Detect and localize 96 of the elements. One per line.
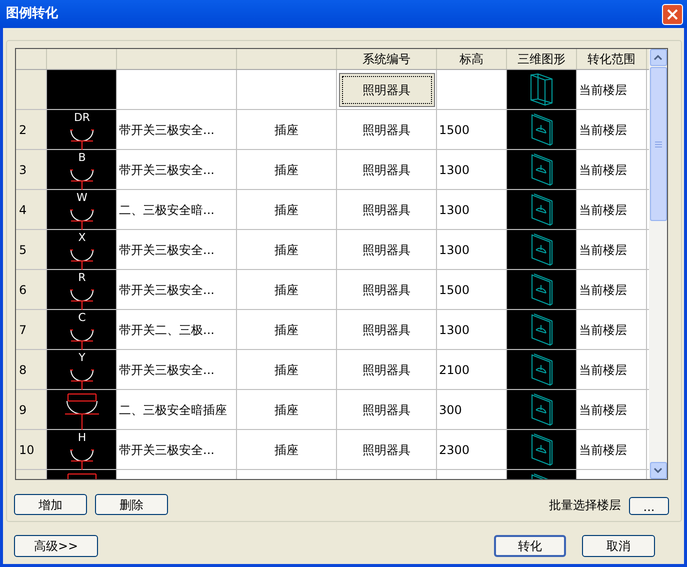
scrollbar[interactable] bbox=[649, 49, 667, 479]
socket-symbol-drawing: W bbox=[62, 190, 102, 230]
system-dropdown-button[interactable]: 照明器具 bbox=[338, 72, 434, 106]
close-icon bbox=[667, 8, 678, 20]
add-button[interactable]: 增加 bbox=[14, 494, 87, 515]
scroll-up-button[interactable] bbox=[650, 49, 666, 66]
elevation-cell-text: 1300 bbox=[439, 162, 470, 178]
socket-plate-drawing bbox=[530, 392, 554, 426]
row-header[interactable]: 4 bbox=[16, 190, 47, 229]
row-header[interactable]: 6 bbox=[16, 270, 47, 309]
socket-symbol-drawing: C bbox=[62, 310, 102, 350]
elevation-cell-text: 1300 bbox=[439, 322, 470, 338]
socket-symbol-drawing: B bbox=[62, 150, 102, 190]
row-header[interactable]: 10 bbox=[16, 430, 47, 469]
socket-symbol-drawing: R bbox=[62, 270, 102, 310]
socket-plate-drawing bbox=[530, 192, 554, 226]
type-cell-text: 插座 bbox=[274, 442, 298, 458]
socket-symbol-drawing: H bbox=[62, 430, 102, 470]
elevation-cell-text: 1300 bbox=[439, 202, 470, 218]
elevation-cell-text: 300 bbox=[439, 402, 462, 418]
socket-plate-drawing bbox=[530, 272, 554, 306]
row-header[interactable]: 9 bbox=[16, 390, 47, 429]
socket-plate-drawing bbox=[530, 312, 554, 346]
range-cell-text: 当前楼层 bbox=[579, 82, 627, 98]
batch-select-button[interactable]: ... bbox=[629, 497, 669, 515]
range-cell-text: 当前楼层 bbox=[579, 442, 627, 458]
range-cell-text: 当前楼层 bbox=[579, 402, 627, 418]
column-header[interactable]: 转化范围 bbox=[577, 49, 647, 69]
range-cell-text: 当前楼层 bbox=[579, 202, 627, 218]
socket-plate-drawing bbox=[530, 152, 554, 186]
type-cell-text: 插座 bbox=[274, 242, 298, 258]
type-cell-text: 插座 bbox=[274, 402, 298, 418]
name-cell-text: 带开关三极安全... bbox=[119, 442, 214, 458]
elevation-cell-text: 1500 bbox=[439, 122, 470, 138]
range-cell-text: 当前楼层 bbox=[579, 282, 627, 298]
name-cell-text: 带开关三极安全... bbox=[119, 282, 214, 298]
row-header[interactable]: 2 bbox=[16, 110, 47, 149]
column-header[interactable]: 标高 bbox=[437, 49, 507, 69]
system-cell-text: 照明器具 bbox=[362, 402, 410, 418]
system-cell-text: 照明器具 bbox=[362, 242, 410, 258]
system-cell-text: 照明器具 bbox=[362, 122, 410, 138]
type-cell-text: 插座 bbox=[274, 362, 298, 378]
row-header[interactable]: 5 bbox=[16, 230, 47, 269]
delete-button[interactable]: 删除 bbox=[95, 494, 168, 515]
scroll-thumb[interactable] bbox=[650, 67, 666, 221]
close-button[interactable] bbox=[662, 4, 683, 24]
row-header[interactable]: 7 bbox=[16, 310, 47, 349]
range-cell-text: 当前楼层 bbox=[579, 122, 627, 138]
advanced-button[interactable]: 高级>> bbox=[14, 535, 98, 557]
box-model-drawing bbox=[528, 72, 554, 106]
range-cell-text: 当前楼层 bbox=[579, 162, 627, 178]
socket-symbol-drawing: DR bbox=[62, 110, 102, 150]
column-header[interactable]: 系统编号 bbox=[337, 49, 437, 69]
chevron-up-icon bbox=[654, 55, 662, 60]
type-cell-text: 插座 bbox=[274, 122, 298, 138]
system-cell-text: 照明器具 bbox=[362, 202, 410, 218]
cancel-button[interactable]: 取消 bbox=[582, 535, 655, 557]
socket-plate-drawing bbox=[530, 232, 554, 266]
system-cell-text: 照明器具 bbox=[362, 322, 410, 338]
name-cell-text: 二、三极安全暗插座 bbox=[119, 402, 227, 418]
row-header[interactable]: 3 bbox=[16, 150, 47, 189]
name-cell-text: 带开关三极安全... bbox=[119, 242, 214, 258]
row-header[interactable]: 8 bbox=[16, 350, 47, 389]
column-header[interactable]: 三维图形 bbox=[507, 49, 577, 69]
scroll-down-button[interactable] bbox=[650, 462, 666, 479]
elevation-cell-text: 2100 bbox=[439, 362, 470, 378]
range-cell-text: 当前楼层 bbox=[579, 242, 627, 258]
system-cell-text: 照明器具 bbox=[362, 362, 410, 378]
type-cell-text: 插座 bbox=[274, 162, 298, 178]
convert-button[interactable]: 转化 bbox=[494, 535, 566, 557]
socket-symbol-drawing: Y bbox=[62, 350, 102, 390]
socket-plate-drawing bbox=[530, 112, 554, 146]
type-cell-text: 插座 bbox=[274, 322, 298, 338]
name-cell-text: 带开关三极安全... bbox=[119, 362, 214, 378]
elevation-cell-text: 2300 bbox=[439, 442, 470, 458]
elevation-cell-text: 1500 bbox=[439, 282, 470, 298]
batch-floor-label: 批量选择楼层 bbox=[549, 497, 621, 514]
system-cell-text: 照明器具 bbox=[362, 162, 410, 178]
type-cell-text: 插座 bbox=[274, 282, 298, 298]
system-cell-text: 照明器具 bbox=[362, 282, 410, 298]
name-cell-text: 带开关三极安全... bbox=[119, 122, 214, 138]
range-cell-text: 当前楼层 bbox=[579, 322, 627, 338]
socket-plate-drawing bbox=[530, 432, 554, 466]
row-header[interactable] bbox=[16, 70, 47, 109]
range-cell-text: 当前楼层 bbox=[579, 362, 627, 378]
elevation-cell-text: 1300 bbox=[439, 242, 470, 258]
grip-icon bbox=[654, 140, 662, 148]
type-cell-text: 插座 bbox=[274, 202, 298, 218]
system-cell-text: 照明器具 bbox=[362, 442, 410, 458]
name-cell-text: 二、三极安全暗... bbox=[119, 202, 214, 218]
name-cell-text: 带开关三极安全... bbox=[119, 162, 214, 178]
socket-symbol-drawing: X bbox=[62, 230, 102, 270]
chevron-down-icon bbox=[654, 468, 662, 473]
window-title: 图例转化 bbox=[6, 5, 58, 24]
socket-plate-drawing bbox=[530, 352, 554, 386]
name-cell-text: 带开关二、三极... bbox=[119, 322, 214, 338]
